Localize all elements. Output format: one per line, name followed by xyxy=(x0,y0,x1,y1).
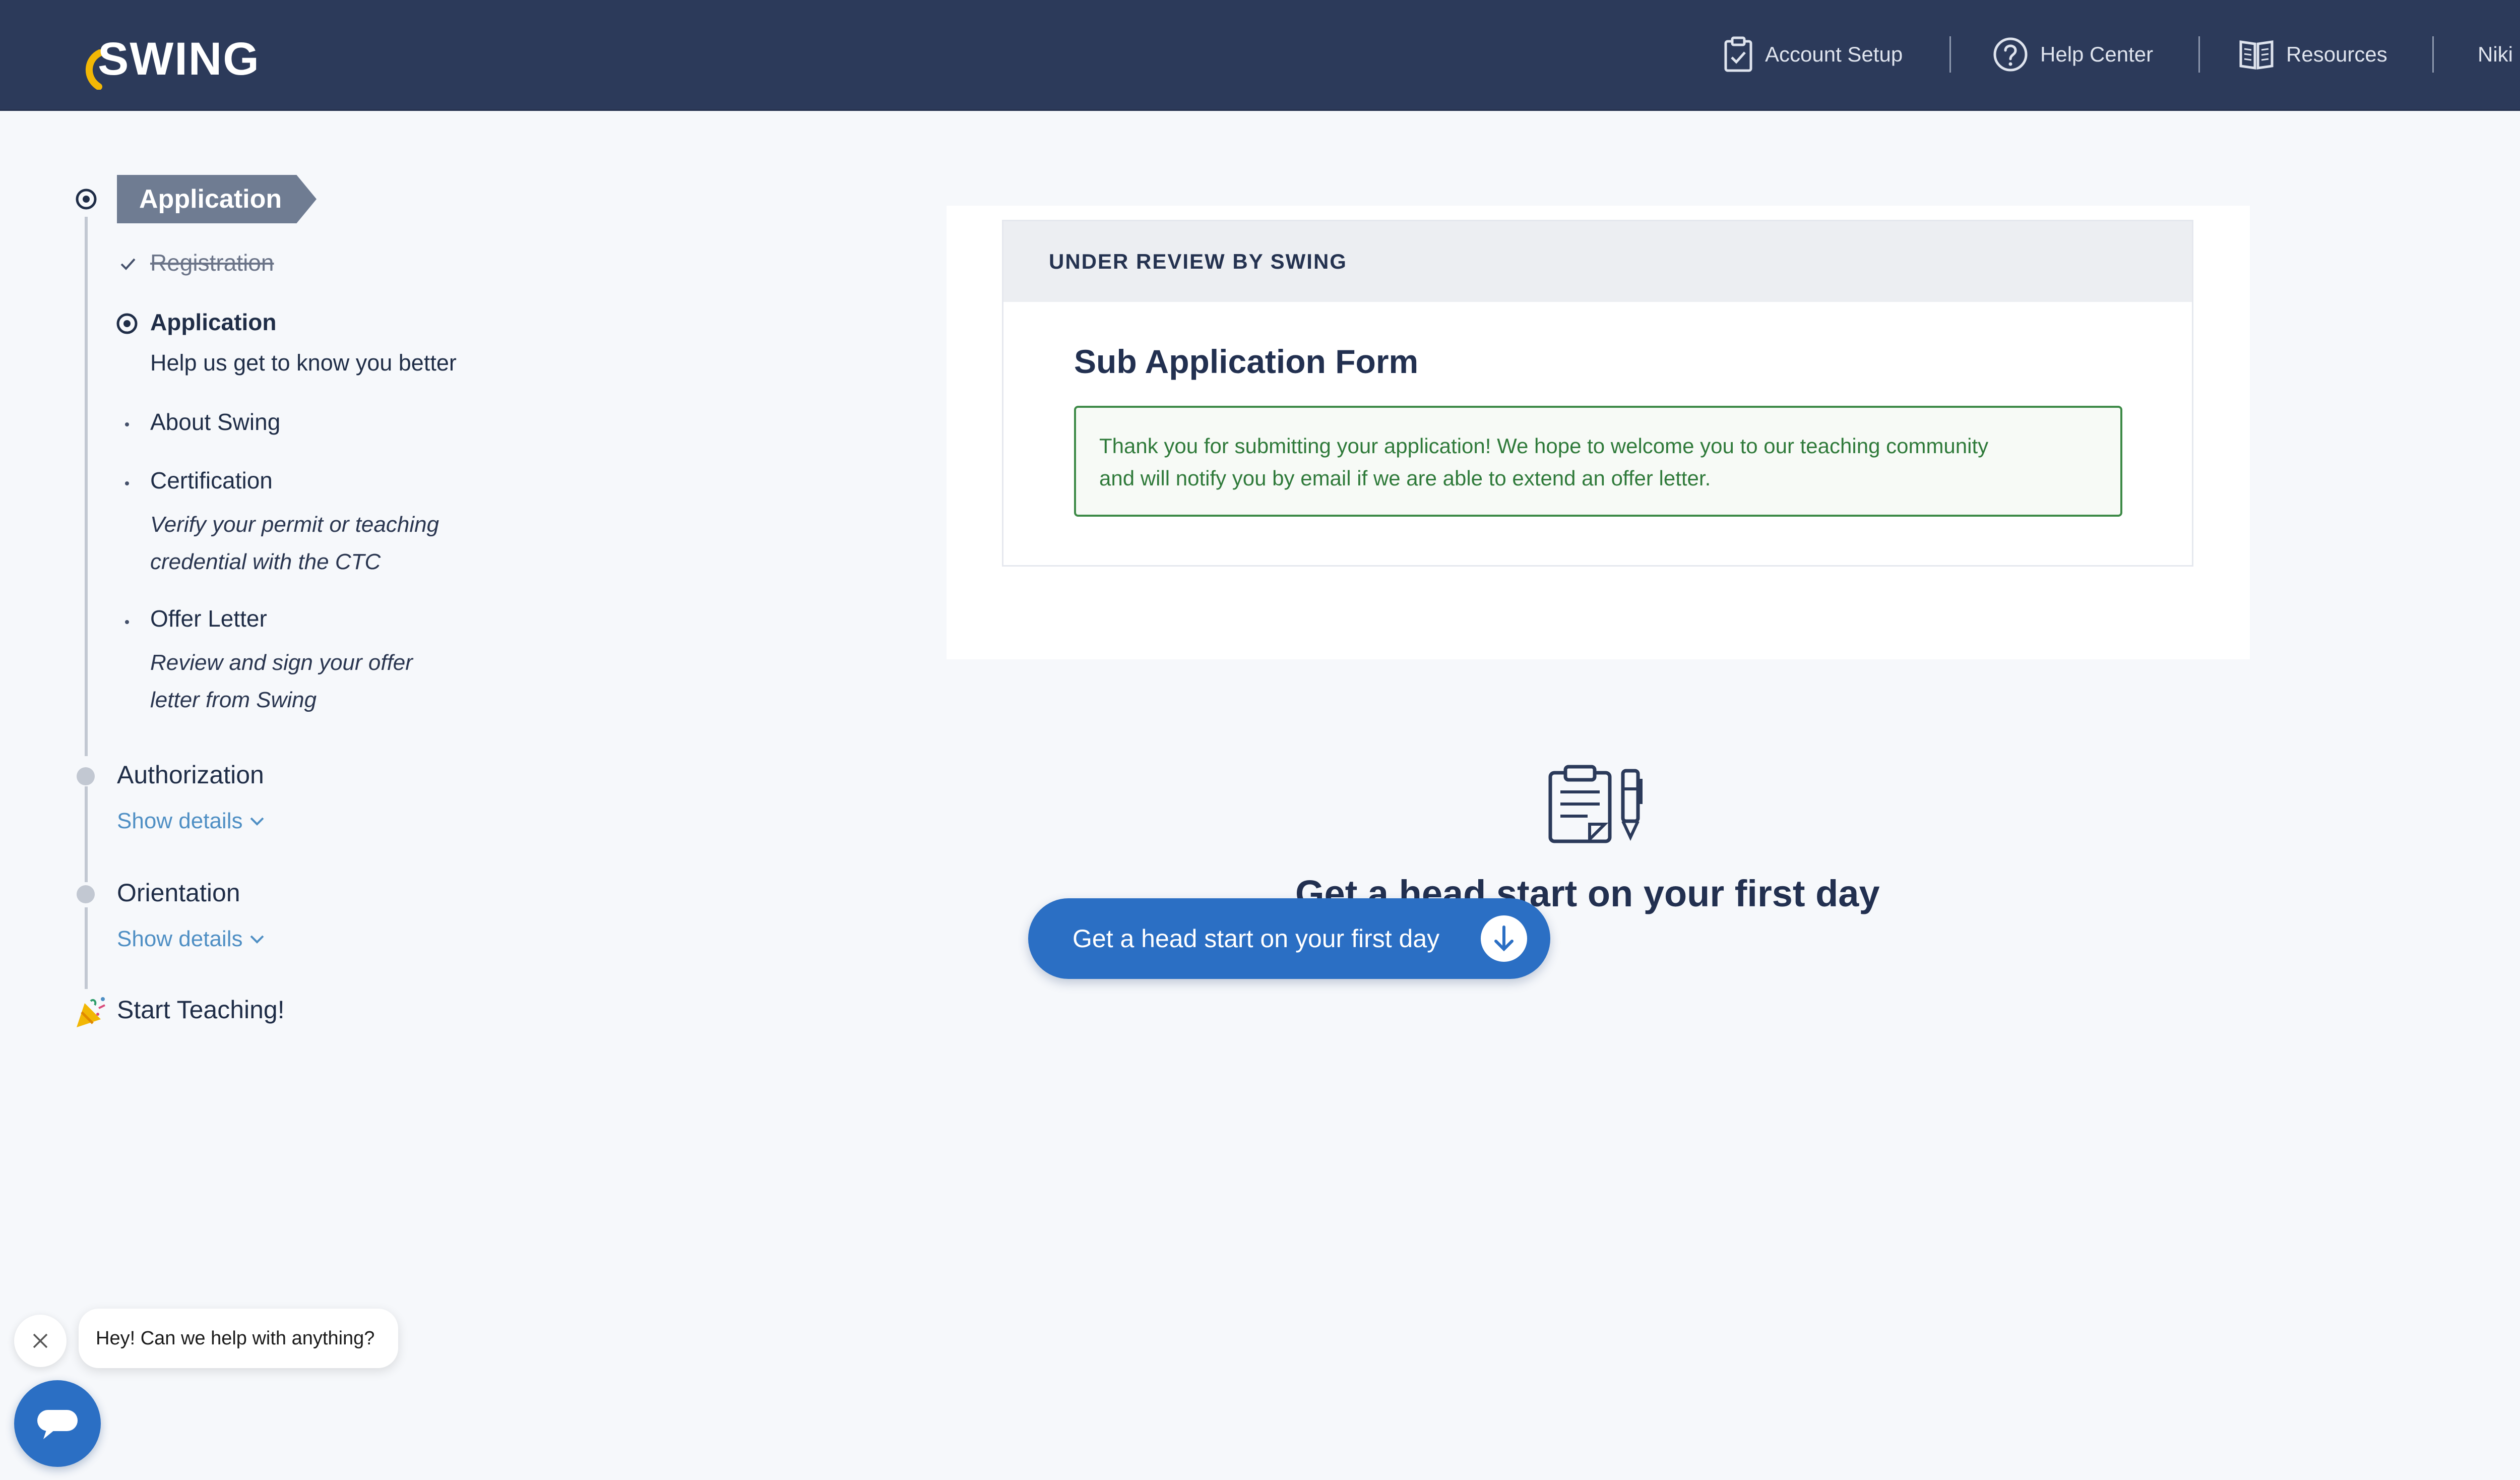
clipboard-check-icon xyxy=(1724,36,1752,72)
chat-launcher-button[interactable] xyxy=(14,1380,101,1467)
check-icon xyxy=(120,258,136,270)
clipboard-pen-illustration xyxy=(1548,765,1643,843)
step-about-swing[interactable]: About Swing xyxy=(150,408,280,436)
close-icon xyxy=(33,1333,48,1348)
nav-account-setup[interactable]: Account Setup xyxy=(1724,34,1903,75)
top-navbar: SWING Account Setup Help Center Resource… xyxy=(0,0,2520,111)
chat-close-button[interactable] xyxy=(14,1315,67,1367)
review-status-header: UNDER REVIEW BY SWING xyxy=(1003,221,2192,302)
stage-orientation[interactable]: Orientation xyxy=(117,878,240,907)
nav-account-setup-label: Account Setup xyxy=(1765,42,1903,66)
question-circle-icon xyxy=(1993,37,2028,72)
current-step-icon xyxy=(116,313,138,334)
show-details-label: Show details xyxy=(117,927,243,951)
step-application[interactable]: Application xyxy=(150,309,276,336)
party-popper-icon xyxy=(77,997,105,1027)
form-title: Sub Application Form xyxy=(1074,343,1419,380)
certification-desc-line: Verify your permit or teaching xyxy=(150,512,439,537)
swing-logo[interactable]: SWING xyxy=(81,29,259,90)
step-offer-letter-desc: Review and sign your offer letter from S… xyxy=(150,644,413,719)
current-stage-tag: Application xyxy=(117,175,317,223)
head-start-button-label: Get a head start on your first day xyxy=(1073,924,1440,953)
step-registration[interactable]: Registration xyxy=(150,249,274,276)
progress-rail xyxy=(85,786,88,882)
stage-dot xyxy=(77,885,95,903)
book-open-icon xyxy=(2239,40,2274,70)
success-notice: Thank you for submitting your applicatio… xyxy=(1074,406,2122,517)
step-bullet xyxy=(125,422,129,426)
step-offer-letter[interactable]: Offer Letter xyxy=(150,605,267,632)
stage-authorization[interactable]: Authorization xyxy=(117,760,264,789)
notice-line: Thank you for submitting your applicatio… xyxy=(1099,434,1989,458)
nav-divider xyxy=(2432,36,2434,73)
notice-line: and will notify you by email if we are a… xyxy=(1099,466,1711,490)
chevron-down-icon xyxy=(250,817,264,826)
step-certification[interactable]: Certification xyxy=(150,467,273,494)
review-panel: UNDER REVIEW BY SWING Sub Application Fo… xyxy=(1002,220,2193,567)
user-menu[interactable]: Niki xyxy=(2478,34,2520,75)
arrow-down-icon xyxy=(1481,915,1527,962)
step-certification-desc: Verify your permit or teaching credentia… xyxy=(150,506,439,581)
authorization-show-details[interactable]: Show details xyxy=(117,809,265,834)
nav-help-center[interactable]: Help Center xyxy=(1993,34,2153,75)
chevron-down-icon xyxy=(250,935,264,944)
progress-rail xyxy=(85,907,88,989)
offer-letter-desc-line: Review and sign your offer xyxy=(150,650,413,675)
user-name: Niki xyxy=(2478,42,2513,66)
chat-bubble-icon xyxy=(37,1410,78,1439)
nav-resources[interactable]: Resources xyxy=(2239,34,2387,75)
show-details-label: Show details xyxy=(117,809,243,833)
step-bullet xyxy=(125,481,129,485)
orientation-show-details[interactable]: Show details xyxy=(117,927,265,952)
current-stage-icon xyxy=(76,189,97,210)
logo-text: SWING xyxy=(98,33,260,85)
stage-start-teaching[interactable]: Start Teaching! xyxy=(117,995,285,1024)
offer-letter-desc-line: letter from Swing xyxy=(150,688,317,712)
nav-resources-label: Resources xyxy=(2286,42,2387,66)
chat-greeting-bubble[interactable]: Hey! Can we help with anything? xyxy=(79,1309,398,1368)
step-bullet xyxy=(125,620,129,624)
progress-rail xyxy=(85,217,88,756)
nav-divider xyxy=(1949,36,1951,73)
nav-help-center-label: Help Center xyxy=(2040,42,2154,66)
stage-dot xyxy=(77,767,95,785)
certification-desc-line: credential with the CTC xyxy=(150,549,381,574)
head-start-button[interactable]: Get a head start on your first day xyxy=(1028,898,1550,979)
nav-divider xyxy=(2198,36,2200,73)
step-application-desc: Help us get to know you better xyxy=(150,350,457,376)
